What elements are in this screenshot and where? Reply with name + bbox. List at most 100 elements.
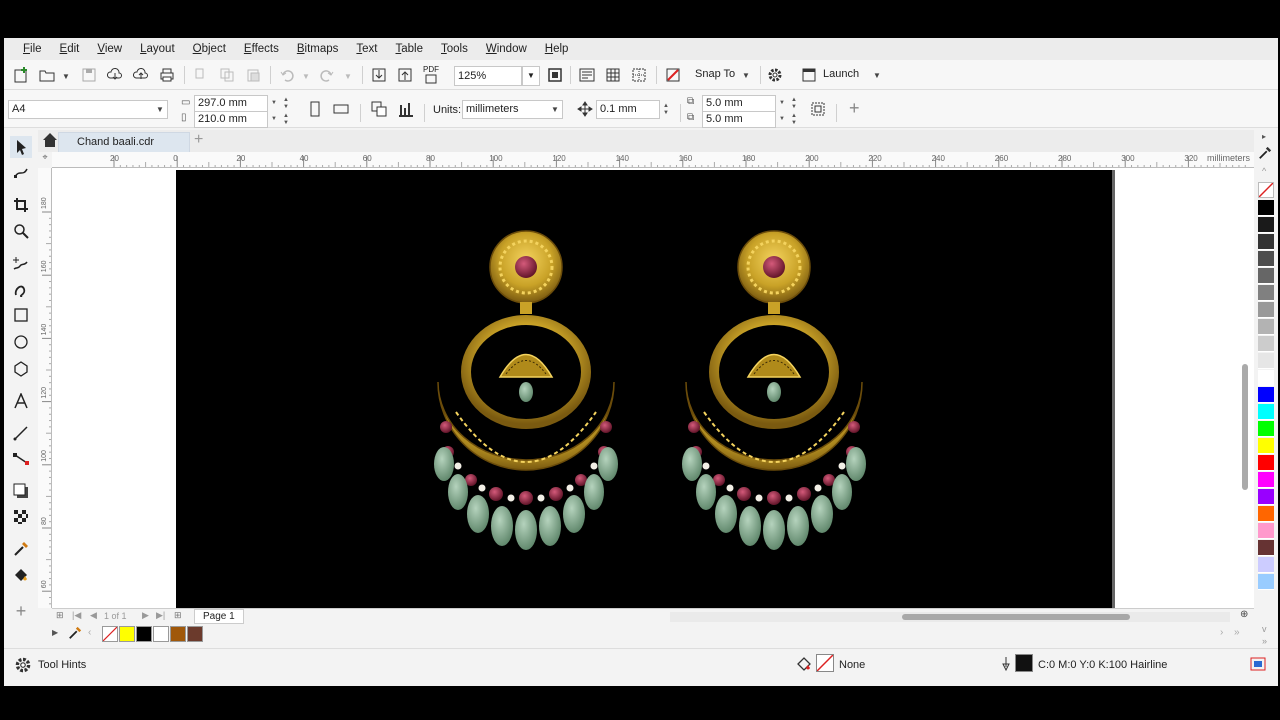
height-spinner[interactable]: ▼ (268, 111, 280, 128)
color-swatch[interactable] (1258, 200, 1274, 216)
palette-scroll-down-icon[interactable]: v (1262, 624, 1267, 634)
fill-bucket-icon[interactable] (796, 656, 814, 674)
next-page-icon[interactable]: ▶ (142, 610, 149, 621)
color-swatch[interactable] (1258, 319, 1274, 335)
text-tool-icon[interactable] (10, 390, 32, 412)
right-earring[interactable] (682, 231, 866, 550)
units-select[interactable]: millimeters (462, 100, 563, 119)
palette-eyedropper-icon[interactable] (1258, 146, 1274, 162)
snap-to-dropdown-icon[interactable]: ▼ (742, 71, 750, 80)
undo-icon[interactable] (276, 64, 298, 86)
paste-icon[interactable] (242, 64, 264, 86)
first-page-icon[interactable]: |◀ (72, 610, 81, 621)
menu-view[interactable]: View (88, 43, 131, 55)
drawing-canvas[interactable] (52, 168, 1254, 608)
color-swatch[interactable] (1258, 574, 1274, 590)
freehand-tool-icon[interactable] (10, 252, 32, 274)
launch-icon[interactable] (798, 64, 820, 86)
current-page-icon[interactable] (395, 98, 417, 120)
polygon-tool-icon[interactable] (10, 358, 32, 380)
color-swatch[interactable] (1258, 285, 1274, 301)
dup-y-stepper[interactable]: ▲ ▼ (788, 111, 800, 128)
color-swatch[interactable] (1258, 268, 1274, 284)
zoom-tool-icon[interactable] (10, 220, 32, 242)
transparency-tool-icon[interactable] (10, 506, 32, 528)
cut-icon[interactable] (190, 64, 212, 86)
menu-edit[interactable]: Edit (51, 43, 89, 55)
redo-dropdown-icon[interactable]: ▼ (344, 72, 352, 81)
snap-toggle-icon[interactable] (662, 64, 684, 86)
nudge-stepper[interactable]: ▲ ▼ (660, 100, 672, 119)
palette-collapse-icon[interactable]: ▸ (1262, 132, 1266, 141)
page-size-dropdown-icon[interactable]: ▼ (156, 105, 164, 114)
horizontal-scrollbar[interactable] (670, 612, 1230, 622)
open-folder-icon[interactable] (36, 64, 58, 86)
no-color-swatch[interactable] (1258, 182, 1274, 198)
tool-hints-label[interactable]: Tool Hints (38, 659, 86, 671)
menu-layout[interactable]: Layout (131, 43, 184, 55)
color-swatch[interactable] (1258, 489, 1274, 505)
previous-page-icon[interactable]: ◀ (90, 610, 97, 621)
shape-tool-icon[interactable] (10, 162, 32, 184)
page-tab[interactable]: Page 1 (194, 609, 244, 624)
menu-table[interactable]: Table (387, 43, 433, 55)
print-icon[interactable] (156, 64, 178, 86)
cloud-upload-icon[interactable] (130, 64, 152, 86)
launch-dropdown-icon[interactable]: ▼ (873, 71, 881, 80)
document-color-swatch[interactable] (153, 626, 169, 642)
gear-icon[interactable] (764, 64, 786, 86)
color-swatch[interactable] (1258, 472, 1274, 488)
document-page[interactable] (176, 170, 1112, 608)
palette-expand-icon[interactable]: ▶ (52, 628, 58, 637)
eyedropper-tool-icon[interactable] (10, 538, 32, 560)
menu-window[interactable]: Window (477, 43, 536, 55)
gear-icon[interactable] (14, 656, 32, 674)
palette-more-icon[interactable]: » (1234, 627, 1240, 638)
color-swatch[interactable] (1258, 353, 1274, 369)
color-styles-icon[interactable] (1250, 656, 1268, 674)
color-swatch[interactable] (1258, 251, 1274, 267)
ellipse-tool-icon[interactable] (10, 331, 32, 353)
zoom-navigator-icon[interactable]: ⊕ (1240, 609, 1248, 620)
palette-scroll-left-icon[interactable]: ‹ (88, 627, 91, 638)
zoom-dropdown-icon[interactable]: ▼ (522, 66, 540, 86)
color-swatch[interactable] (1258, 404, 1274, 420)
home-icon[interactable] (42, 132, 58, 150)
outline-pen-icon[interactable] (1000, 656, 1012, 674)
new-document-icon[interactable] (10, 64, 32, 86)
import-icon[interactable] (368, 64, 390, 86)
add-page-before-icon[interactable]: ⊞ (56, 610, 64, 621)
page-height-field[interactable]: 210.0 mm (194, 111, 268, 128)
dup-y-spinner[interactable]: ▼ (776, 111, 788, 128)
color-swatch[interactable] (1258, 506, 1274, 522)
palette-scroll-up-icon[interactable]: ^ (1262, 166, 1266, 176)
document-color-swatch[interactable] (102, 626, 118, 642)
quick-customize-icon[interactable]: + (10, 600, 32, 622)
undo-dropdown-icon[interactable]: ▼ (302, 72, 310, 81)
page-width-field[interactable]: 297.0 mm (194, 95, 268, 112)
show-guidelines-icon[interactable] (628, 64, 650, 86)
outline-color-swatch[interactable] (1015, 654, 1033, 672)
color-swatch[interactable] (1258, 421, 1274, 437)
vertical-scroll-thumb[interactable] (1242, 364, 1248, 490)
fill-none-swatch[interactable] (816, 654, 834, 672)
connector-tool-icon[interactable] (10, 448, 32, 470)
left-earring[interactable] (434, 231, 618, 550)
crop-tool-icon[interactable] (10, 194, 32, 216)
menu-tools[interactable]: Tools (432, 43, 477, 55)
interactive-fill-tool-icon[interactable] (10, 564, 32, 586)
launch-label[interactable]: Launch (823, 68, 859, 80)
duplicate-x-field[interactable]: 5.0 mm (702, 95, 776, 112)
full-screen-preview-icon[interactable] (576, 64, 598, 86)
dup-x-spinner[interactable]: ▼ (776, 95, 788, 112)
export-icon[interactable] (394, 64, 416, 86)
open-dropdown-icon[interactable]: ▼ (62, 72, 70, 81)
add-icon[interactable]: + (849, 98, 860, 119)
menu-effects[interactable]: Effects (235, 43, 288, 55)
snap-to-label[interactable]: Snap To (695, 68, 735, 80)
landscape-icon[interactable] (330, 98, 352, 120)
document-color-swatch[interactable] (136, 626, 152, 642)
menu-file[interactable]: File (14, 43, 51, 55)
portrait-icon[interactable] (304, 98, 326, 120)
new-tab-icon[interactable]: + (194, 131, 203, 149)
